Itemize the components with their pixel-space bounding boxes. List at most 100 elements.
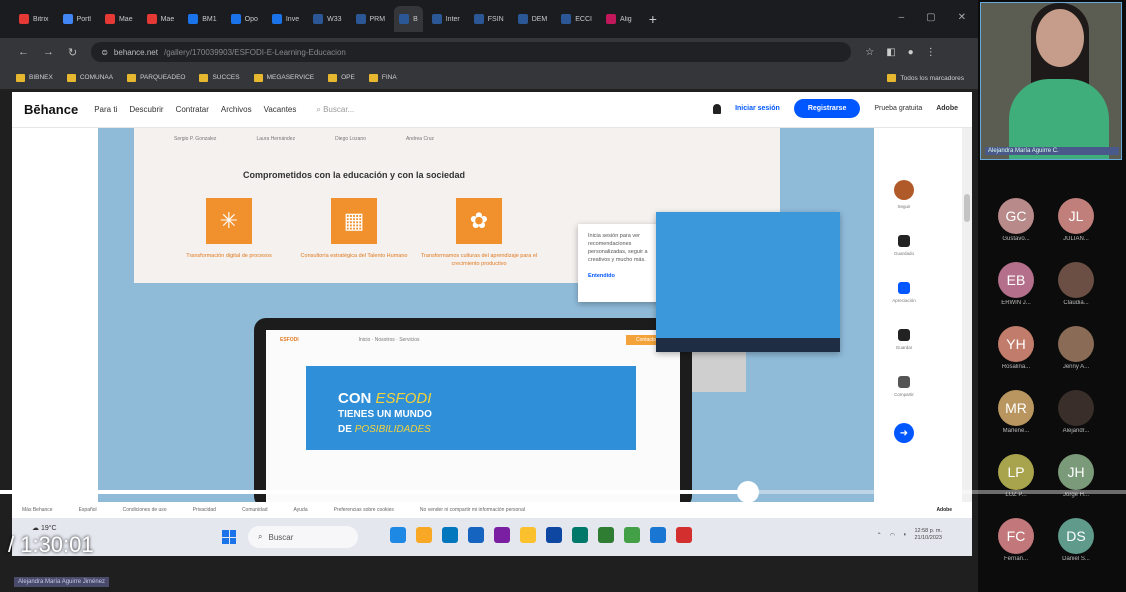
register-button[interactable]: Registrarse bbox=[793, 99, 861, 118]
all-bookmarks[interactable]: Todos los marcadores bbox=[887, 74, 964, 82]
adobe-logo[interactable]: Adobe bbox=[936, 105, 958, 112]
footer-link[interactable]: Más Behance bbox=[22, 507, 53, 513]
reload-icon[interactable]: ↻ bbox=[68, 46, 77, 59]
footer-link[interactable]: Ayuda bbox=[294, 507, 308, 513]
bookmark-folder[interactable]: COMUNAA bbox=[66, 73, 113, 82]
taskbar-app-icon[interactable] bbox=[676, 527, 692, 543]
participant-tile[interactable]: MR Marlene... bbox=[990, 390, 1042, 434]
browser-tab[interactable]: Mae bbox=[100, 6, 138, 32]
nav-para-ti[interactable]: Para ti bbox=[94, 105, 117, 114]
maximize-icon[interactable]: ▢ bbox=[926, 12, 935, 23]
notification-icon[interactable] bbox=[713, 103, 722, 114]
bookmark-folder[interactable]: SUCCES bbox=[199, 73, 240, 82]
taskbar-app-icon[interactable] bbox=[624, 527, 640, 543]
feature-caption: Consultoría estratégica del Talento Huma… bbox=[300, 253, 408, 259]
browser-tab[interactable]: Portl bbox=[58, 6, 96, 32]
browser-tab[interactable]: Inter bbox=[427, 6, 465, 32]
forward-icon[interactable]: → bbox=[43, 46, 54, 58]
weather-widget[interactable]: ☁ 19°C bbox=[32, 524, 57, 532]
footer-adobe-logo[interactable]: Adobe bbox=[936, 507, 952, 513]
participant-tile[interactable]: DS Daniel S... bbox=[1050, 518, 1102, 562]
bookmark-folder[interactable]: FINA bbox=[368, 73, 397, 82]
video-scrubber-handle[interactable] bbox=[737, 481, 759, 503]
nav-vacantes[interactable]: Vacantes bbox=[264, 105, 297, 114]
footer-link[interactable]: No vender ni compartir mi información pe… bbox=[420, 507, 525, 513]
profile-icon[interactable]: ● bbox=[908, 47, 914, 58]
nav-descubrir[interactable]: Descubrir bbox=[129, 105, 163, 114]
taskbar-search[interactable]: ⌕ Buscar bbox=[248, 526, 358, 548]
participant-tile[interactable]: GC Gustavo... bbox=[990, 198, 1042, 242]
browser-tab[interactable]: Bitrix bbox=[14, 6, 54, 32]
behance-logo[interactable]: Bēhance bbox=[24, 102, 78, 117]
star-icon[interactable]: ☆ bbox=[865, 47, 874, 58]
taskbar-app-icon[interactable] bbox=[390, 527, 406, 543]
footer-link[interactable]: Comunidad bbox=[242, 507, 268, 513]
participant-tile[interactable]: Alejandr... bbox=[1050, 390, 1102, 434]
bookmark-folder[interactable]: OPE bbox=[328, 73, 355, 82]
taskbar-app-icon[interactable] bbox=[650, 527, 666, 543]
taskbar-app-icon[interactable] bbox=[468, 527, 484, 543]
new-tab-icon[interactable]: + bbox=[649, 11, 657, 27]
chevron-up-icon[interactable]: ⌃ bbox=[877, 532, 882, 539]
browser-tab[interactable]: ECCI bbox=[556, 6, 597, 32]
browser-tab[interactable]: W33 bbox=[308, 6, 346, 32]
address-bar[interactable]: ⊜ behance.net/gallery/170039903/ESFODI-E… bbox=[91, 42, 852, 62]
browser-tab[interactable]: PRM bbox=[351, 6, 391, 32]
participant-tile[interactable]: YH Rosalina... bbox=[990, 326, 1042, 370]
browser-tab[interactable]: Mae bbox=[142, 6, 180, 32]
participant-tile[interactable]: Claudia... bbox=[1050, 262, 1102, 306]
taskbar-app-icon[interactable] bbox=[546, 527, 562, 543]
browser-tab[interactable]: DEM bbox=[513, 6, 553, 32]
owner-avatar[interactable] bbox=[894, 180, 914, 200]
extensions-icon[interactable]: ◧ bbox=[886, 47, 895, 58]
taskbar-app-icon[interactable] bbox=[442, 527, 458, 543]
close-icon[interactable]: ✕ bbox=[958, 12, 966, 23]
participant-tile[interactable]: FC Fernan... bbox=[990, 518, 1042, 562]
bookmark-folder[interactable]: PARQUEADEO bbox=[127, 73, 185, 82]
taskbar-app-icon[interactable] bbox=[520, 527, 536, 543]
popup-dismiss-link[interactable]: Entendido bbox=[588, 272, 662, 280]
browser-tab[interactable]: Opo bbox=[226, 6, 263, 32]
login-button[interactable]: Iniciar sesión bbox=[735, 105, 780, 112]
appreciate-icon[interactable] bbox=[898, 282, 910, 294]
free-trial-link[interactable]: Prueba gratuita bbox=[874, 105, 922, 112]
nav-contratar[interactable]: Contratar bbox=[176, 105, 209, 114]
browser-tab[interactable]: B bbox=[394, 6, 423, 32]
folder-icon[interactable] bbox=[898, 329, 910, 341]
bookmark-icon[interactable] bbox=[898, 235, 910, 247]
taskbar-app-icon[interactable] bbox=[494, 527, 510, 543]
upload-icon[interactable]: ➜ bbox=[894, 423, 914, 443]
participant-tile[interactable]: Jenny A... bbox=[1050, 326, 1102, 370]
minimize-icon[interactable]: – bbox=[899, 12, 905, 23]
participant-name: Alejandr... bbox=[1062, 428, 1090, 434]
search-input[interactable]: ⌕ Buscar... bbox=[316, 105, 354, 115]
taskbar-app-icon[interactable] bbox=[572, 527, 588, 543]
taskbar-app-icon[interactable] bbox=[416, 527, 432, 543]
bookmark-folder[interactable]: BIBNEX bbox=[16, 73, 53, 82]
browser-tab[interactable]: BM1 bbox=[183, 6, 221, 32]
taskbar-app-icon[interactable] bbox=[598, 527, 614, 543]
footer-link[interactable]: Preferencias sobre cookies bbox=[334, 507, 394, 513]
footer-link[interactable]: Privacidad bbox=[193, 507, 216, 513]
nav-archivos[interactable]: Archivos bbox=[221, 105, 252, 114]
back-icon[interactable]: ← bbox=[18, 46, 29, 58]
participant-tile[interactable]: JL JULIÁN... bbox=[1050, 198, 1102, 242]
wifi-icon[interactable]: ◠ bbox=[890, 532, 895, 539]
participant-tile[interactable]: EB ERWIN J... bbox=[990, 262, 1042, 306]
windows-start-icon[interactable] bbox=[222, 530, 236, 544]
scrollbar-thumb[interactable] bbox=[964, 194, 970, 222]
taskbar-clock[interactable]: 12:58 p. m. 21/10/2023 bbox=[914, 528, 942, 542]
page-scrollbar[interactable] bbox=[962, 128, 972, 502]
site-info-icon[interactable]: ⊜ bbox=[101, 48, 108, 57]
browser-tab[interactable]: Alig bbox=[601, 6, 637, 32]
share-icon[interactable] bbox=[898, 376, 910, 388]
menu-icon[interactable]: ⋮ bbox=[926, 47, 936, 58]
footer-link[interactable]: Condiciones de uso bbox=[123, 507, 167, 513]
browser-tab[interactable]: Inve bbox=[267, 6, 304, 32]
participant-initials-avatar: YH bbox=[998, 326, 1034, 362]
browser-tab[interactable]: FSIN bbox=[469, 6, 509, 32]
footer-link[interactable]: Español bbox=[79, 507, 97, 513]
bookmark-folder[interactable]: MEGASERVICE bbox=[253, 73, 314, 82]
volume-icon[interactable]: ◖ bbox=[903, 532, 907, 538]
laptop-menu: Inicio · Nosotros · Servicios bbox=[358, 337, 420, 343]
